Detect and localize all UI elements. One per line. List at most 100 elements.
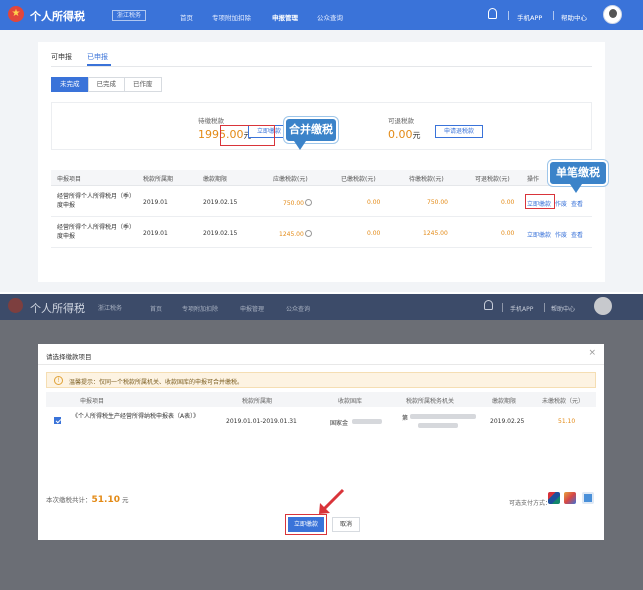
app-title: 个人所得税 [30, 302, 85, 315]
tax-emblem-icon: ★ [8, 6, 24, 22]
nav-divider [502, 303, 503, 312]
row-period: 2019.01 [143, 230, 168, 237]
column-header: 申报项目 [57, 176, 82, 183]
row-amount: 51.10 [558, 418, 576, 425]
nav-divider [544, 303, 545, 312]
row-payable: 750.00 [283, 199, 312, 207]
nav-item-home[interactable]: 首页 [180, 12, 193, 22]
nav-item-declare: 申报管理 [240, 306, 265, 313]
row-view-link[interactable]: 查看 [571, 230, 583, 239]
avatar [594, 297, 612, 315]
mobile-app-link: 手机APP [510, 306, 534, 313]
region-badge: 浙江税务 [98, 305, 123, 312]
row-treasury: 国家金 [330, 420, 349, 427]
tax-emblem-icon [8, 298, 23, 313]
tab-declared[interactable]: 已申报 [87, 52, 108, 62]
top-nav-bar-dimmed: 个人所得税 浙江税务 首页 专项附加扣除 申报管理 公众查询 手机APP 帮助中… [0, 294, 643, 320]
column-header: 申报项目 [80, 398, 105, 405]
row-void-link[interactable]: 作废 [555, 199, 567, 208]
row-pending: 750.00 [427, 199, 448, 206]
redacted-text [418, 423, 458, 428]
nav-item-home: 首页 [150, 306, 163, 313]
highlight-box [220, 125, 275, 146]
notice-banner: ! 温馨提示：仅同一个税款所属机关、收款国库的申报可合并缴税。 [46, 372, 596, 388]
total-amount: 本次缴税共计：51.10 元 [46, 495, 129, 505]
nav-item-deduction: 专项附加扣除 [182, 306, 219, 313]
divider [38, 364, 604, 365]
column-header: 缴款期限 [203, 176, 228, 183]
column-header: 操作 [527, 176, 540, 183]
row-item-name: 经营所得个人所得税月（季）度申报 [57, 193, 136, 209]
column-header: 应缴税款(元) [273, 176, 308, 183]
online-bank-icon[interactable] [582, 492, 594, 504]
red-arrow-annotation [319, 488, 345, 514]
row-paid: 0.00 [367, 199, 381, 206]
declaration-card: 可申报 已申报 未完成 已完成 已作废 待缴税款 1995.00元 立即缴款 可… [38, 42, 608, 282]
row-payable: 1245.00 [279, 230, 312, 238]
column-header: 税款所属期 [242, 398, 273, 405]
row-deadline: 2019.02.15 [203, 199, 238, 206]
modal-title: 请选择缴款项目 [46, 353, 92, 361]
row-checkbox[interactable] [54, 417, 61, 424]
table-header: 申报项目 税款所属期 缴款期限 应缴税款(元) 已缴税款(元) 待缴税款(元) … [51, 170, 592, 186]
column-header: 待缴税款(元) [409, 176, 444, 183]
unionpay-icon[interactable] [548, 492, 560, 504]
row-pay-link[interactable]: 立即缴款 [527, 230, 551, 239]
filter-voided[interactable]: 已作废 [124, 77, 162, 92]
merge-pay-callout: 合并缴税 [284, 117, 338, 150]
info-icon[interactable] [304, 230, 312, 237]
row-refundable: 0.00 [501, 199, 515, 206]
warning-icon: ! [54, 376, 63, 385]
table-row: 经营所得个人所得税月（季）度申报 2019.01 2019.02.15 1245… [51, 218, 592, 248]
column-header: 可退税款(元) [475, 176, 510, 183]
info-icon[interactable] [305, 199, 312, 206]
divider [51, 66, 592, 67]
nav-divider [553, 11, 554, 20]
row-paid: 0.00 [367, 230, 381, 237]
nav-item-declare[interactable]: 申报管理 [272, 12, 298, 22]
row-void-link[interactable]: 作废 [555, 230, 567, 239]
bell-icon[interactable] [488, 8, 497, 19]
cancel-button[interactable]: 取消 [332, 517, 360, 532]
column-header: 缴款期限 [492, 398, 517, 405]
row-period: 2019.01 [143, 199, 168, 206]
top-nav-bar: ★ 个人所得税 浙江税务 首页 专项附加扣除 申报管理 公众查询 手机APP 帮… [0, 0, 643, 30]
row-deadline: 2019.02.25 [490, 418, 525, 425]
column-header: 收款国库 [338, 398, 363, 405]
bell-icon [484, 300, 493, 310]
row-pending: 1245.00 [423, 230, 448, 237]
refund-tax-amount: 0.00元 [388, 128, 421, 141]
payment-modal-screenshot: 个人所得税 浙江税务 首页 专项附加扣除 申报管理 公众查询 手机APP 帮助中… [0, 294, 643, 590]
column-header: 已缴税款(元) [341, 176, 376, 183]
close-icon[interactable]: × [588, 348, 596, 358]
help-center-link[interactable]: 帮助中心 [561, 12, 587, 22]
column-header: 税款所属期 [143, 176, 174, 183]
mobile-app-link[interactable]: 手机APP [517, 12, 542, 22]
apply-refund-button[interactable]: 申请退税款 [435, 125, 484, 138]
filter-unfinished[interactable]: 未完成 [51, 77, 89, 92]
row-view-link[interactable]: 查看 [571, 199, 583, 208]
region-badge[interactable]: 浙江税务 [112, 10, 147, 21]
row-deadline: 2019.02.15 [203, 230, 238, 237]
redacted-text [410, 414, 476, 419]
nav-item-query: 公众查询 [286, 306, 311, 313]
row-tax-office: 第 [402, 415, 409, 422]
filter-finished[interactable]: 已完成 [87, 77, 125, 92]
tab-declarable[interactable]: 可申报 [51, 52, 72, 62]
app-title: 个人所得税 [30, 10, 85, 23]
declaration-list-screenshot: ★ 个人所得税 浙江税务 首页 专项附加扣除 申报管理 公众查询 手机APP 帮… [0, 0, 643, 292]
avatar[interactable] [603, 5, 622, 24]
bank-card-icon[interactable] [564, 492, 576, 504]
pay-methods-label: 可选支付方式： [509, 500, 552, 507]
help-center-link: 帮助中心 [551, 306, 576, 313]
pending-tax-label: 待缴税款 [198, 117, 224, 125]
single-pay-callout: 单笔缴税 [548, 160, 608, 193]
row-item-name: 经营所得个人所得税月（季）度申报 [57, 224, 136, 240]
nav-divider [508, 11, 509, 20]
status-filter-group: 未完成 已完成 已作废 [51, 77, 162, 92]
table-header: 申报项目 税款所属期 收款国库 税款所属税务机关 缴款期限 未缴税款（元） [46, 392, 596, 407]
nav-item-deduction[interactable]: 专项附加扣除 [212, 12, 251, 22]
notice-text: 温馨提示：仅同一个税款所属机关、收款国库的申报可合并缴税。 [69, 379, 244, 386]
nav-item-query[interactable]: 公众查询 [317, 12, 343, 22]
redacted-text [352, 419, 382, 424]
